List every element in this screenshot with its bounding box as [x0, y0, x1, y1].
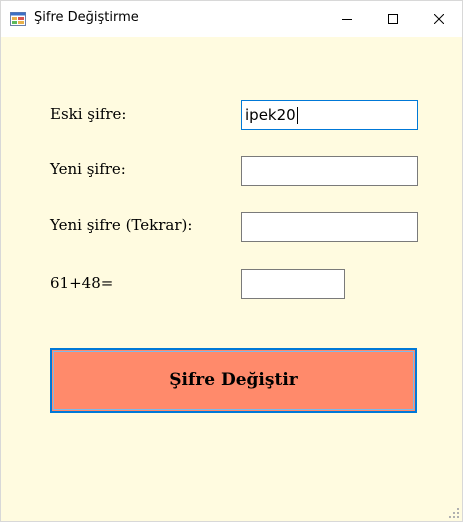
maximize-icon	[388, 14, 398, 24]
confirm-password-label: Yeni şifre (Tekrar):	[50, 216, 193, 234]
title-bar[interactable]: Şifre Değiştirme	[1, 1, 462, 37]
new-password-label: Yeni şifre:	[50, 160, 126, 178]
password-change-window: Şifre Değiştirme Eski şifre: ipek20 Yeni…	[0, 0, 463, 522]
new-password-field[interactable]	[241, 156, 418, 186]
resize-grip-icon[interactable]	[449, 508, 459, 518]
captcha-answer-field[interactable]	[241, 269, 345, 299]
old-password-field[interactable]: ipek20	[241, 100, 418, 130]
text-caret	[296, 107, 298, 124]
window-title: Şifre Değiştirme	[34, 10, 139, 25]
old-password-value: ipek20	[245, 106, 296, 124]
minimize-icon	[342, 19, 352, 20]
close-button[interactable]	[416, 1, 462, 37]
maximize-button[interactable]	[370, 1, 416, 37]
captcha-question-label: 61+48=	[50, 274, 114, 292]
old-password-label: Eski şifre:	[50, 105, 127, 123]
minimize-button[interactable]	[324, 1, 370, 37]
form-window-icon	[10, 11, 26, 27]
confirm-password-field[interactable]	[241, 212, 418, 242]
change-password-button[interactable]: Şifre Değiştir	[50, 348, 417, 413]
close-icon	[434, 14, 444, 24]
